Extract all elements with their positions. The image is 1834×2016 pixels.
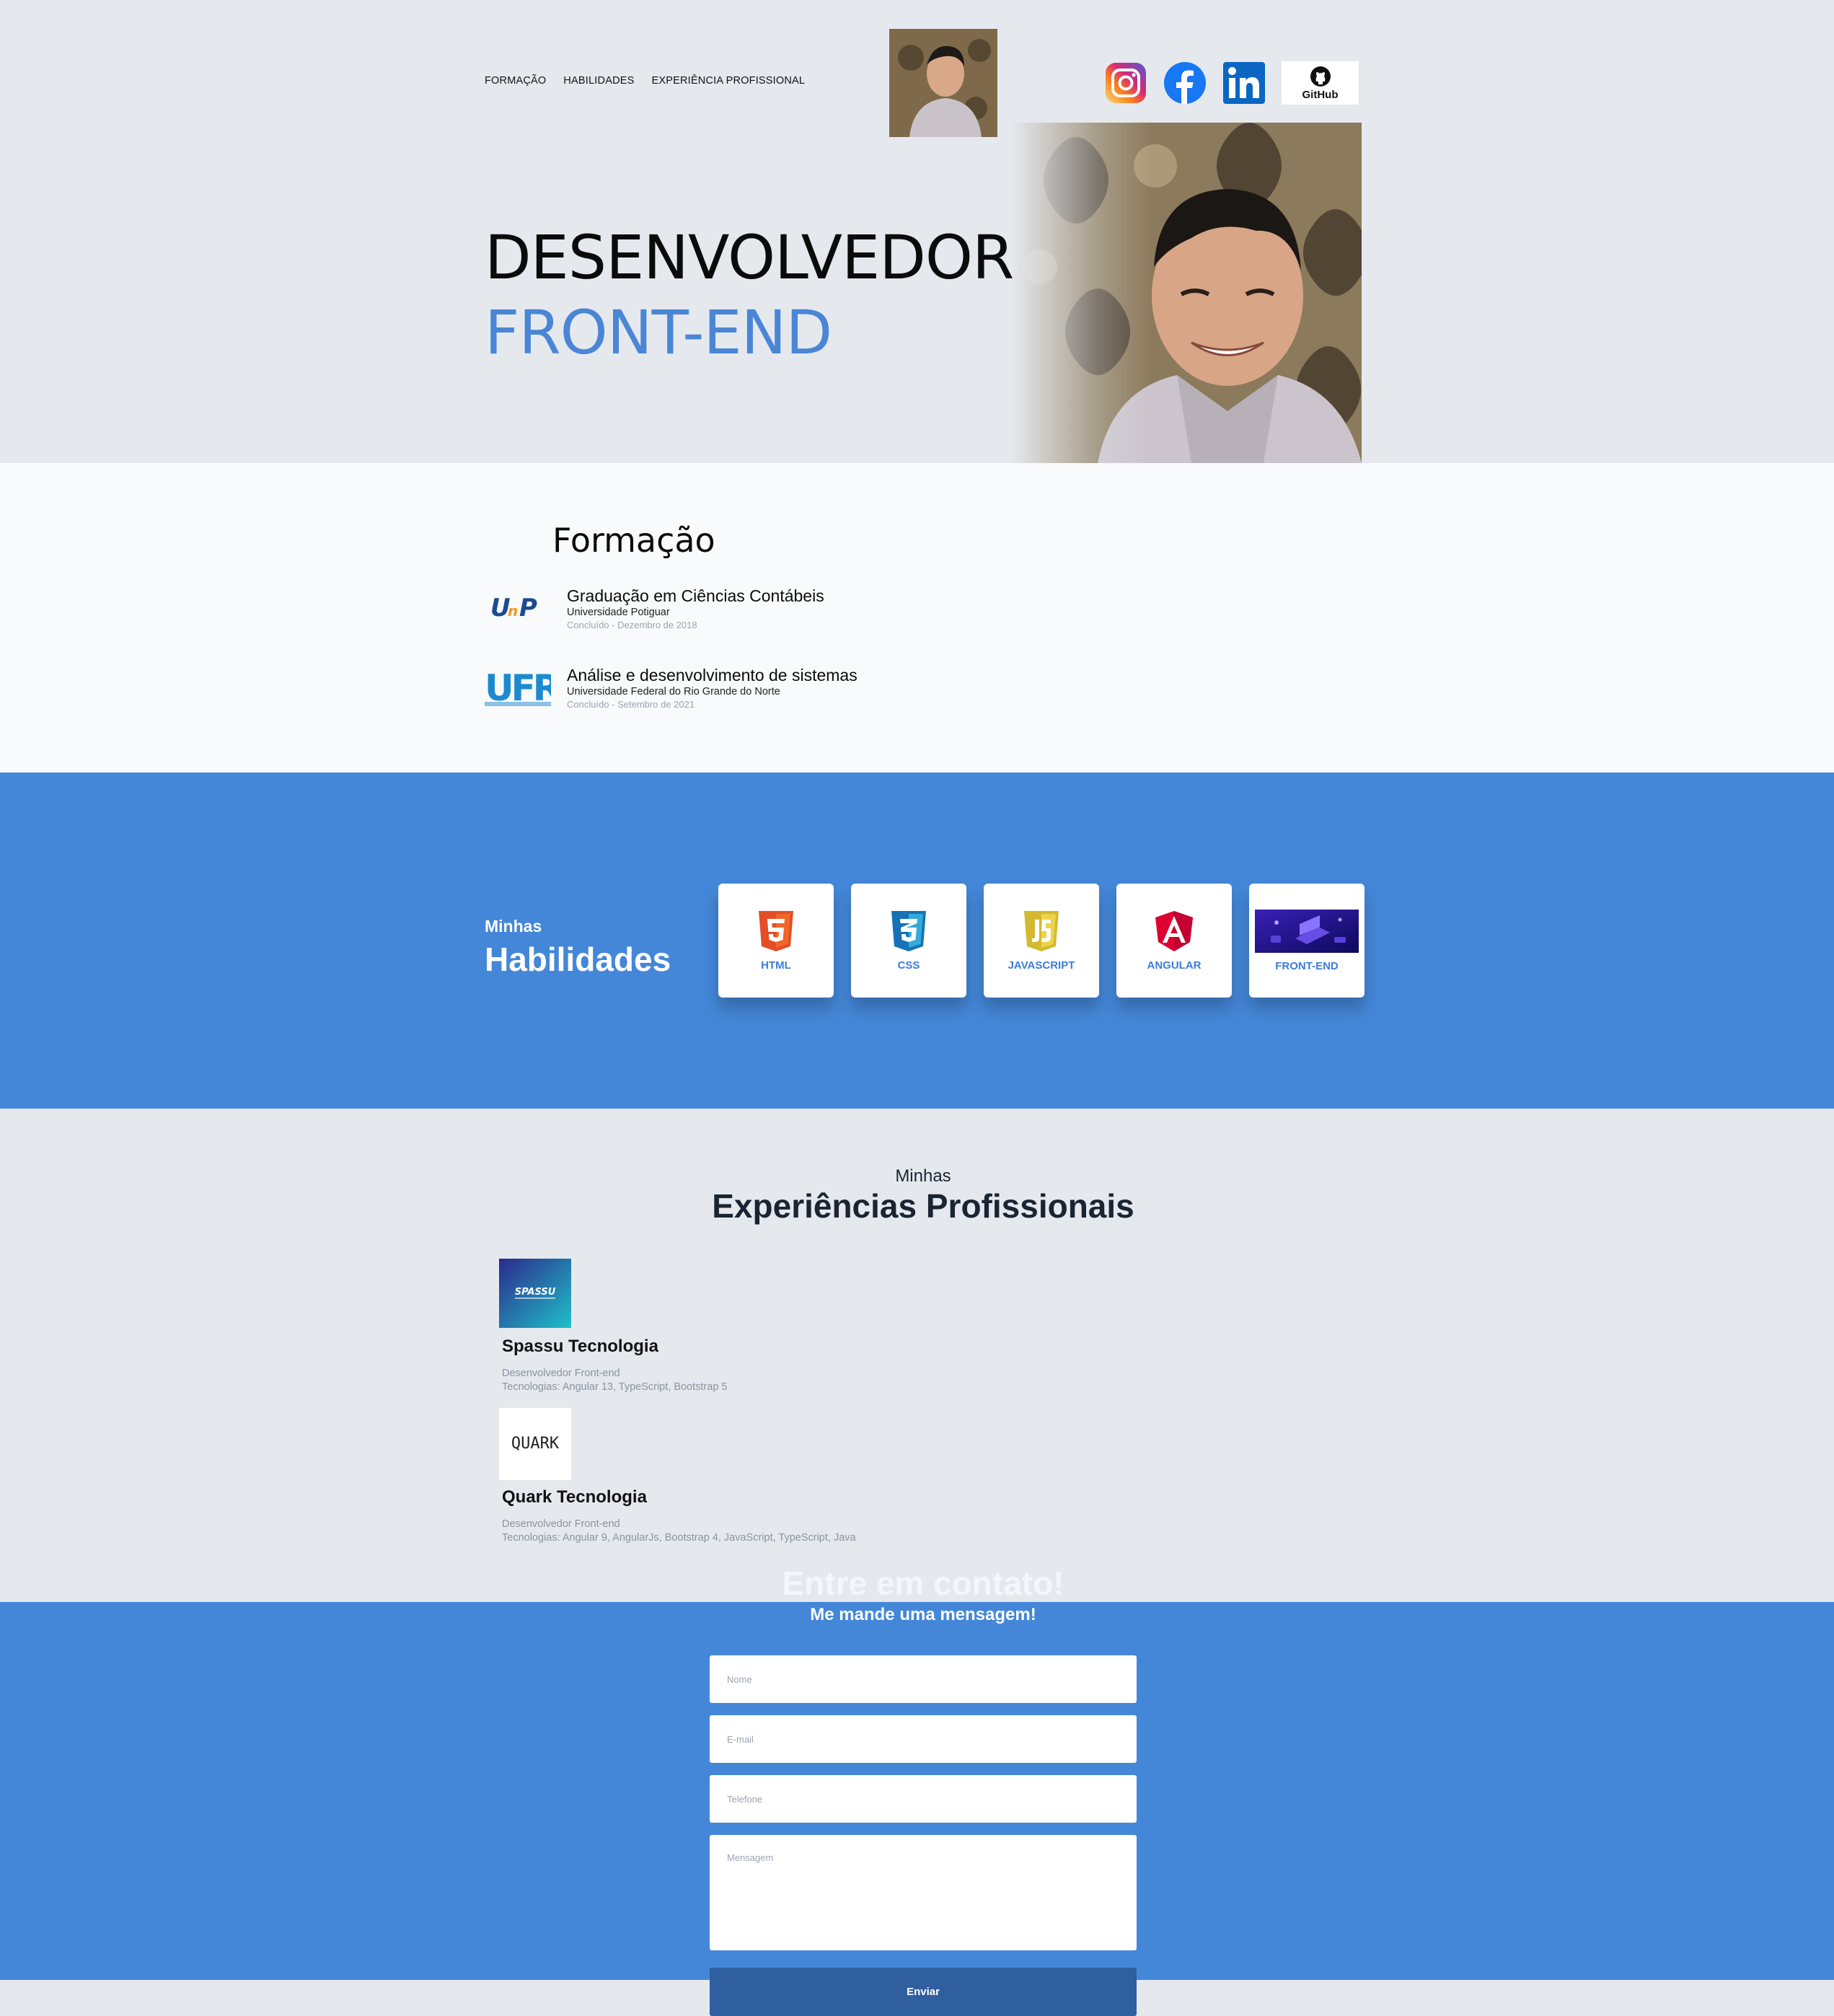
- github-link[interactable]: GitHub: [1282, 61, 1359, 105]
- formacao-section: Formação U n P Graduação em Ciências Con…: [0, 463, 1834, 772]
- skill-card-front-end[interactable]: FRONT-END: [1249, 884, 1365, 998]
- svg-text:n: n: [508, 602, 518, 620]
- skill-label: FRONT-END: [1275, 959, 1339, 972]
- javascript-icon: [1024, 910, 1059, 951]
- skill-label: JAVASCRIPT: [1008, 959, 1075, 972]
- experience-subtitle: Minhas: [895, 1166, 951, 1186]
- skill-label: HTML: [761, 959, 791, 972]
- job-item: QUARK Quark Tecnologia Desenvolvedor Fro…: [499, 1408, 856, 1545]
- skills-subtitle: Minhas: [485, 917, 542, 936]
- job-company: Quark Tecnologia: [502, 1487, 647, 1507]
- formacao-title: Formação: [552, 521, 715, 560]
- job-item: SPASSU Spassu Tecnologia Desenvolvedor F…: [499, 1259, 727, 1394]
- skills-cards: HTML CSS JAVASCRIPT ANGULAR FRONT-END: [718, 884, 1365, 998]
- education-title: Análise e desenvolvimento de sistemas: [567, 666, 858, 685]
- github-icon: [1310, 66, 1331, 87]
- job-role: Desenvolvedor Front-end: [502, 1518, 620, 1530]
- front-end-illustration: [1255, 909, 1359, 953]
- skill-card-css[interactable]: CSS: [851, 884, 966, 998]
- html5-icon: [759, 910, 793, 951]
- main-nav: FORMAÇÃO HABILIDADES EXPERIÊNCIA PROFISS…: [485, 75, 805, 87]
- ufrn-logo: UFRN: [485, 665, 551, 709]
- unp-logo: U n P: [485, 586, 551, 629]
- skill-card-angular[interactable]: ANGULAR: [1116, 884, 1232, 998]
- svg-text:SPASSU: SPASSU: [515, 1287, 556, 1298]
- svg-text:P: P: [519, 594, 537, 622]
- contact-subtitle: Me mande uma mensagem!: [810, 1605, 1036, 1624]
- avatar: [889, 29, 997, 137]
- education-item: UFRN Análise e desenvolvimento de sistem…: [485, 665, 858, 710]
- email-input[interactable]: [710, 1715, 1137, 1763]
- experience-section: Minhas Experiências Profissionais SPASSU…: [0, 1109, 1834, 1602]
- quark-logo: QUARK: [499, 1408, 571, 1480]
- contact-title: Entre em contato!: [782, 1564, 1064, 1602]
- hero-headline: DESENVOLVEDOR FRONT-END: [485, 220, 1014, 370]
- hero-title-line1: DESENVOLVEDOR: [485, 222, 1014, 293]
- linkedin-icon[interactable]: [1222, 61, 1266, 105]
- svg-text:QUARK: QUARK: [511, 1435, 560, 1453]
- angular-icon: [1155, 910, 1193, 951]
- education-title: Graduação em Ciências Contábeis: [567, 586, 824, 605]
- skill-card-javascript[interactable]: JAVASCRIPT: [984, 884, 1099, 998]
- spassu-logo: SPASSU: [499, 1259, 571, 1328]
- skills-section: Minhas Habilidades HTML CSS JAVASCRIPT A…: [0, 772, 1834, 1109]
- education-date: Concluído - Dezembro de 2018: [567, 620, 697, 630]
- experience-title: Experiências Profissionais: [712, 1187, 1134, 1225]
- job-details: Desenvolvedor Front-end Tecnologias: Ang…: [502, 1518, 856, 1545]
- github-label: GitHub: [1302, 88, 1339, 101]
- nav-item-habilidades[interactable]: HABILIDADES: [563, 75, 634, 87]
- job-tech: Tecnologias: Angular 13, TypeScript, Boo…: [502, 1381, 728, 1393]
- education-school: Universidade Federal do Rio Grande do No…: [567, 686, 780, 697]
- skill-card-html[interactable]: HTML: [718, 884, 834, 998]
- education-item: U n P Graduação em Ciências Contábeis Un…: [485, 586, 824, 631]
- skills-title: Habilidades: [485, 941, 671, 978]
- phone-input[interactable]: [710, 1775, 1137, 1823]
- hero-section: FORMAÇÃO HABILIDADES EXPERIÊNCIA PROFISS…: [0, 0, 1834, 463]
- css3-icon: [891, 910, 926, 951]
- message-textarea[interactable]: [710, 1835, 1137, 1950]
- skill-label: CSS: [897, 959, 920, 972]
- education-date: Concluído - Setembro de 2021: [567, 699, 695, 710]
- skill-label: ANGULAR: [1147, 959, 1202, 972]
- job-details: Desenvolvedor Front-end Tecnologias: Ang…: [502, 1367, 727, 1394]
- hero-portrait: [1011, 123, 1362, 463]
- job-company: Spassu Tecnologia: [502, 1337, 658, 1356]
- job-role: Desenvolvedor Front-end: [502, 1368, 620, 1379]
- education-school: Universidade Potiguar: [567, 607, 670, 618]
- job-tech: Tecnologias: Angular 9, AngularJs, Boots…: [502, 1532, 856, 1544]
- social-links: GitHub: [1104, 61, 1359, 105]
- instagram-icon[interactable]: [1104, 61, 1147, 105]
- nav-item-formacao[interactable]: FORMAÇÃO: [485, 75, 546, 87]
- facebook-icon[interactable]: [1163, 61, 1207, 105]
- name-input[interactable]: [710, 1655, 1137, 1703]
- nav-item-experiencia[interactable]: EXPERIÊNCIA PROFISSIONAL: [651, 75, 805, 87]
- hero-title-line2: FRONT-END: [485, 297, 832, 368]
- send-button[interactable]: Enviar: [710, 1968, 1137, 2016]
